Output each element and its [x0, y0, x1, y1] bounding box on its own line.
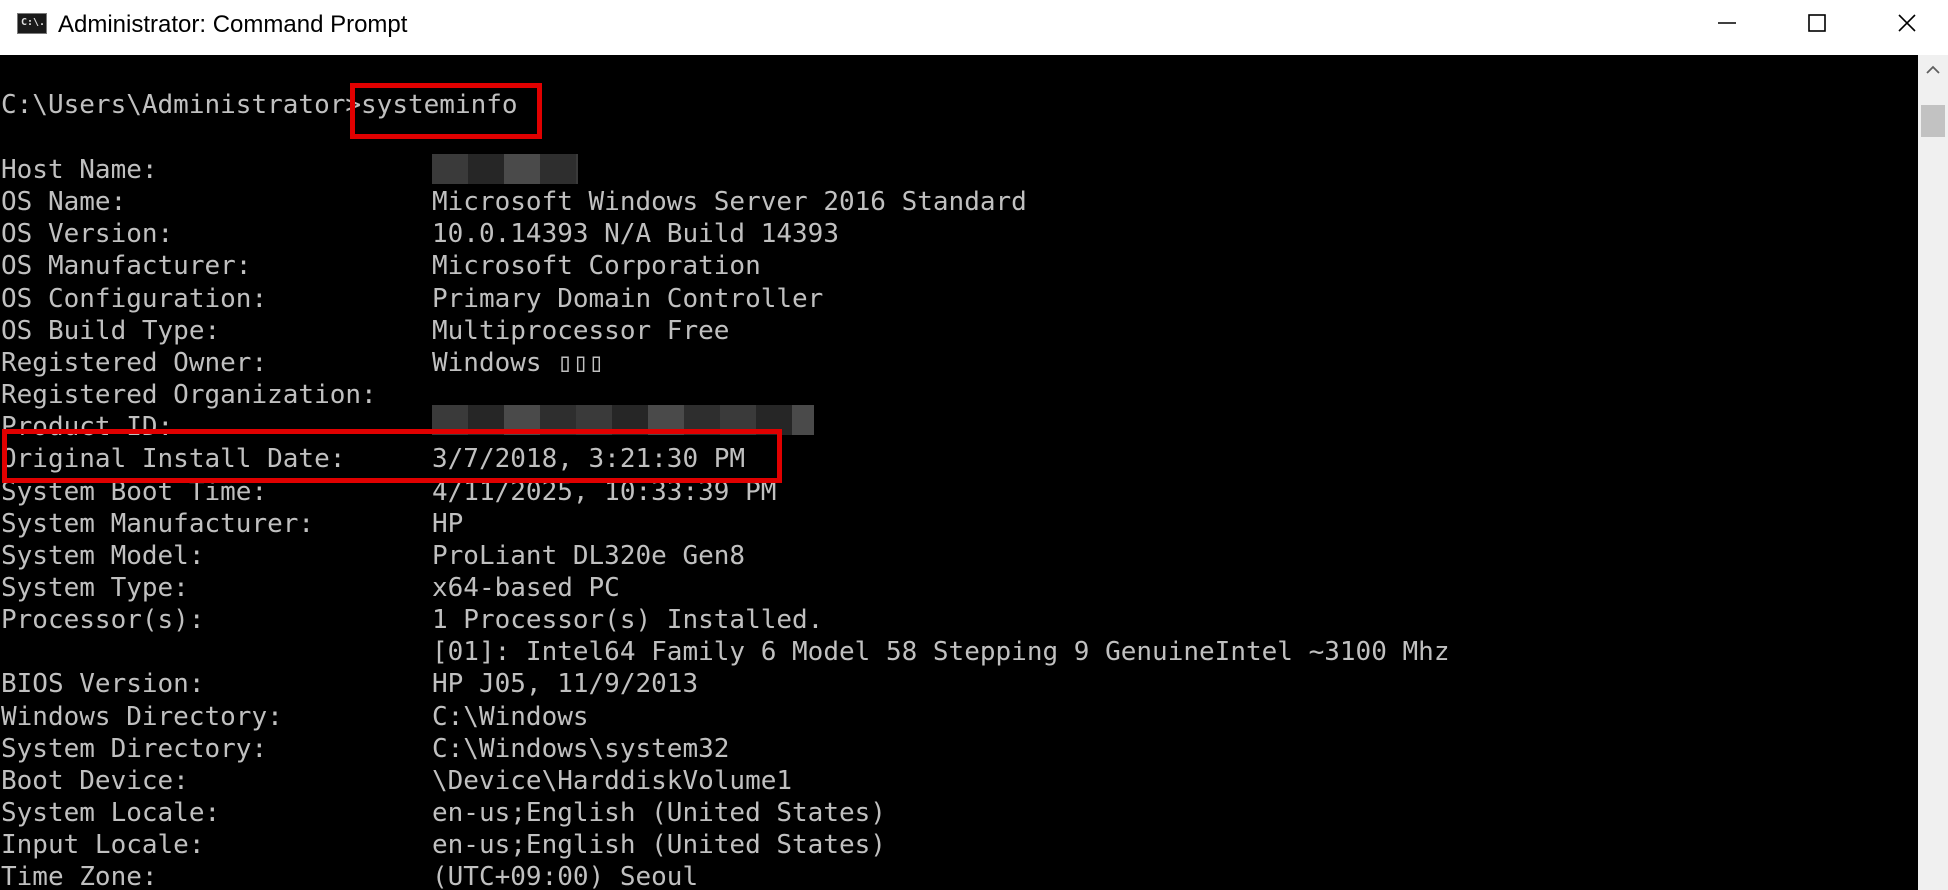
redacted-host-name — [432, 154, 578, 184]
info-label: OS Build Type: — [1, 316, 221, 346]
highlight-install-date-box — [2, 429, 782, 483]
info-label: OS Name: — [1, 187, 127, 217]
info-label: System Manufacturer: — [1, 509, 315, 539]
maximize-icon — [1808, 14, 1826, 32]
info-label: Registered Organization: — [1, 380, 377, 410]
chevron-up-icon — [1926, 65, 1940, 74]
info-label: Boot Device: — [1, 766, 189, 796]
info-value: Microsoft Corporation — [432, 251, 761, 281]
scroll-thumb[interactable] — [1921, 105, 1945, 137]
minimize-icon — [1718, 22, 1736, 24]
close-button[interactable] — [1862, 0, 1948, 46]
console-output[interactable]: C:\Users\Administrator>systeminfo Host N… — [0, 55, 1918, 890]
info-value: C:\Windows — [432, 702, 589, 732]
info-label: System Model: — [1, 541, 205, 571]
cmd-console-icon[interactable]: C:\. — [17, 13, 47, 34]
info-label: BIOS Version: — [1, 669, 205, 699]
info-label: Registered Owner: — [1, 348, 268, 378]
close-icon — [1898, 14, 1916, 32]
info-value: en-us;English (United States) — [432, 830, 886, 860]
info-value: Microsoft Windows Server 2016 Standard — [432, 187, 1027, 217]
info-label: Windows Directory: — [1, 702, 283, 732]
info-value: 1 Processor(s) Installed. — [432, 605, 824, 635]
maximize-button[interactable] — [1772, 0, 1862, 46]
info-label: Host Name: — [1, 155, 158, 185]
highlight-command-box — [350, 83, 542, 139]
window-title: Administrator: Command Prompt — [58, 11, 408, 38]
info-value: Windows ▯▯▯ — [432, 348, 605, 378]
info-value: 10.0.14393 N/A Build 14393 — [432, 219, 839, 249]
title-bar[interactable]: C:\. Administrator: Command Prompt — [0, 0, 1948, 55]
info-label: OS Configuration: — [1, 284, 268, 314]
info-label: OS Manufacturer: — [1, 251, 252, 281]
vertical-scrollbar[interactable] — [1918, 55, 1948, 890]
info-label: System Type: — [1, 573, 189, 603]
info-value: x64-based PC — [432, 573, 620, 603]
info-value: [01]: Intel64 Family 6 Model 58 Stepping… — [432, 637, 1450, 667]
info-value: HP — [432, 509, 464, 539]
info-label: Time Zone: — [1, 862, 158, 890]
info-value: \Device\HarddiskVolume1 — [432, 766, 793, 796]
info-label: System Locale: — [1, 798, 221, 828]
scroll-up-button[interactable] — [1918, 55, 1948, 85]
info-value: Multiprocessor Free — [432, 316, 730, 346]
info-value: en-us;English (United States) — [432, 798, 886, 828]
info-value: C:\Windows\system32 — [432, 734, 730, 764]
info-label: Processor(s): — [1, 605, 205, 635]
info-label: System Directory: — [1, 734, 268, 764]
info-value: (UTC+09:00) Seoul — [432, 862, 699, 890]
minimize-button[interactable] — [1682, 0, 1772, 46]
info-value: ProLiant DL320e Gen8 — [432, 541, 746, 571]
info-label: Input Locale: — [1, 830, 205, 860]
info-value: Primary Domain Controller — [432, 284, 824, 314]
info-label: OS Version: — [1, 219, 174, 249]
info-value: HP J05, 11/9/2013 — [432, 669, 699, 699]
icon-label: C:\. — [21, 17, 46, 28]
prompt-text: C:\Users\Administrator> — [1, 90, 362, 120]
